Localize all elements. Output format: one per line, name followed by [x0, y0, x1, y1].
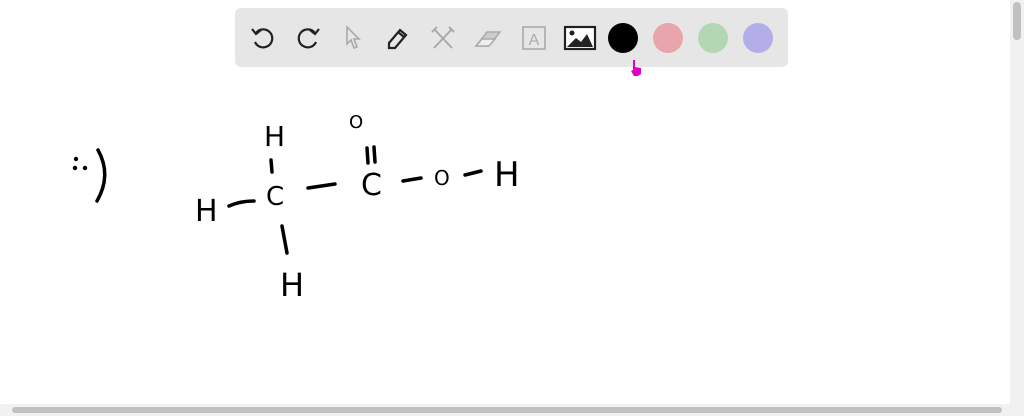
- atom-h-right: H: [494, 155, 520, 195]
- atom-o-single: O: [434, 166, 450, 190]
- double-bond-c-o: [365, 145, 377, 165]
- drawing-canvas[interactable]: H H C H O C O H: [0, 0, 1010, 404]
- atom-o-double: O: [349, 112, 363, 133]
- atom-h-left: H: [195, 194, 218, 229]
- atom-h-bottom: H: [280, 266, 304, 304]
- bond-h-top: [269, 158, 274, 174]
- smiley-eye: [73, 156, 79, 162]
- bond-c-o: [401, 176, 423, 183]
- smiley-mouth: [95, 148, 107, 203]
- smiley-eye: [72, 165, 78, 171]
- vertical-scrollbar[interactable]: [1010, 0, 1024, 404]
- bond-o-h: [463, 169, 483, 177]
- horizontal-scroll-thumb[interactable]: [12, 407, 1002, 413]
- bond-h-left: [227, 199, 256, 208]
- vertical-scroll-thumb[interactable]: [1013, 2, 1021, 40]
- atom-c2: C: [361, 168, 382, 203]
- horizontal-scrollbar[interactable]: [0, 404, 1024, 416]
- bonds: [95, 145, 483, 255]
- smiley-eye: [82, 165, 88, 171]
- bond-c-c: [306, 182, 337, 190]
- atom-h-top: H: [264, 120, 285, 153]
- atom-c1: C: [266, 182, 284, 212]
- bond-h-bottom: [280, 224, 289, 255]
